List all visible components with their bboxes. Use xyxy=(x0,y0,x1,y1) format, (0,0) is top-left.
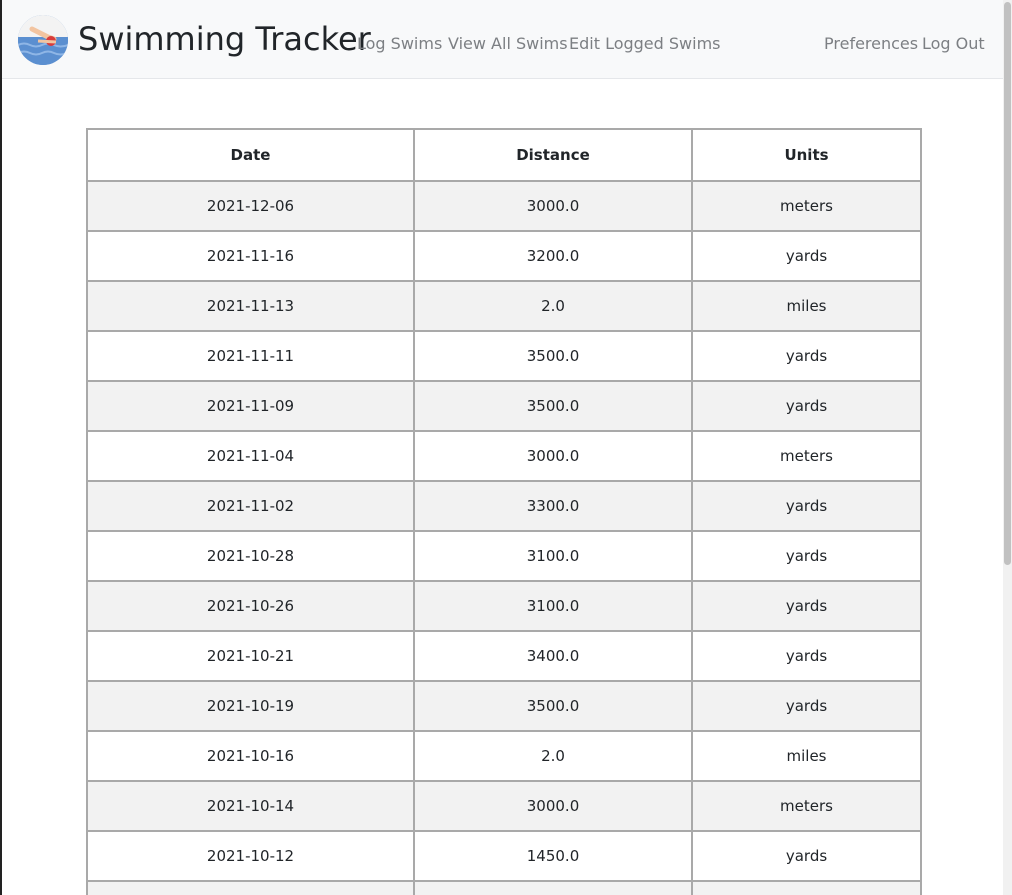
cell-units: meters xyxy=(691,780,922,832)
cell-date: 2021-11-02 xyxy=(86,480,415,532)
nav-link-preferences[interactable]: Preferences xyxy=(824,34,918,54)
table-row: 2021-11-16 3200.0 yards xyxy=(86,230,922,282)
cell-distance: 3000.0 xyxy=(413,180,693,232)
table-row: 2021-10-12 1450.0 yards xyxy=(86,830,922,882)
brand-title[interactable]: Swimming Tracker xyxy=(78,19,371,59)
cell-units: yards xyxy=(691,230,922,282)
cell-distance: 1450.0 xyxy=(413,830,693,882)
cell-units xyxy=(691,880,922,895)
nav-link-view-all-swims[interactable]: View All Swims xyxy=(448,34,568,54)
cell-distance: 3300.0 xyxy=(413,480,693,532)
cell-units: miles xyxy=(691,730,922,782)
cell-units: yards xyxy=(691,380,922,432)
scrollbar-thumb[interactable] xyxy=(1004,2,1011,565)
table-row: 2021-10-16 2.0 miles xyxy=(86,730,922,782)
cell-date: 2021-11-11 xyxy=(86,330,415,382)
swimmer-logo-icon[interactable] xyxy=(18,15,68,65)
table-row xyxy=(86,880,922,895)
header-date: Date xyxy=(86,128,415,182)
table-row: 2021-11-13 2.0 miles xyxy=(86,280,922,332)
cell-distance: 3400.0 xyxy=(413,630,693,682)
cell-date: 2021-10-16 xyxy=(86,730,415,782)
cell-date xyxy=(86,880,415,895)
navbar: Swimming Tracker Log Swims View All Swim… xyxy=(2,0,1003,79)
cell-distance xyxy=(413,880,693,895)
cell-date: 2021-10-12 xyxy=(86,830,415,882)
table-row: 2021-11-09 3500.0 yards xyxy=(86,380,922,432)
cell-distance: 3200.0 xyxy=(413,230,693,282)
cell-units: yards xyxy=(691,680,922,732)
cell-distance: 3500.0 xyxy=(413,380,693,432)
cell-units: yards xyxy=(691,330,922,382)
cell-date: 2021-11-13 xyxy=(86,280,415,332)
table-row: 2021-10-28 3100.0 yards xyxy=(86,530,922,582)
cell-units: yards xyxy=(691,480,922,532)
cell-units: yards xyxy=(691,630,922,682)
cell-distance: 3500.0 xyxy=(413,680,693,732)
table-header-row: Date Distance Units xyxy=(86,128,922,182)
cell-units: meters xyxy=(691,180,922,232)
cell-distance: 3500.0 xyxy=(413,330,693,382)
vertical-scrollbar[interactable] xyxy=(1003,0,1012,895)
window-edge xyxy=(0,0,2,895)
table-row: 2021-11-11 3500.0 yards xyxy=(86,330,922,382)
nav-link-edit-logged-swims[interactable]: Edit Logged Swims xyxy=(569,34,721,54)
cell-distance: 3100.0 xyxy=(413,580,693,632)
table-row: 2021-10-19 3500.0 yards xyxy=(86,680,922,732)
cell-date: 2021-12-06 xyxy=(86,180,415,232)
cell-distance: 3000.0 xyxy=(413,780,693,832)
swims-table-container: Date Distance Units 2021-12-06 3000.0 me… xyxy=(86,128,922,895)
table-row: 2021-10-21 3400.0 yards xyxy=(86,630,922,682)
cell-distance: 2.0 xyxy=(413,730,693,782)
cell-units: yards xyxy=(691,580,922,632)
table-row: 2021-10-26 3100.0 yards xyxy=(86,580,922,632)
cell-date: 2021-10-26 xyxy=(86,580,415,632)
cell-date: 2021-11-09 xyxy=(86,380,415,432)
cell-distance: 3000.0 xyxy=(413,430,693,482)
header-units: Units xyxy=(691,128,922,182)
cell-date: 2021-10-28 xyxy=(86,530,415,582)
cell-units: meters xyxy=(691,430,922,482)
swims-table: Date Distance Units 2021-12-06 3000.0 me… xyxy=(86,128,922,895)
cell-date: 2021-11-04 xyxy=(86,430,415,482)
cell-distance: 3100.0 xyxy=(413,530,693,582)
table-row: 2021-11-04 3000.0 meters xyxy=(86,430,922,482)
nav-link-log-out[interactable]: Log Out xyxy=(922,34,985,54)
cell-date: 2021-10-19 xyxy=(86,680,415,732)
header-distance: Distance xyxy=(413,128,693,182)
cell-units: yards xyxy=(691,830,922,882)
cell-date: 2021-11-16 xyxy=(86,230,415,282)
table-row: 2021-11-02 3300.0 yards xyxy=(86,480,922,532)
nav-link-log-swims[interactable]: Log Swims xyxy=(357,34,442,54)
cell-date: 2021-10-14 xyxy=(86,780,415,832)
cell-units: miles xyxy=(691,280,922,332)
cell-units: yards xyxy=(691,530,922,582)
cell-distance: 2.0 xyxy=(413,280,693,332)
table-row: 2021-12-06 3000.0 meters xyxy=(86,180,922,232)
cell-date: 2021-10-21 xyxy=(86,630,415,682)
table-row: 2021-10-14 3000.0 meters xyxy=(86,780,922,832)
